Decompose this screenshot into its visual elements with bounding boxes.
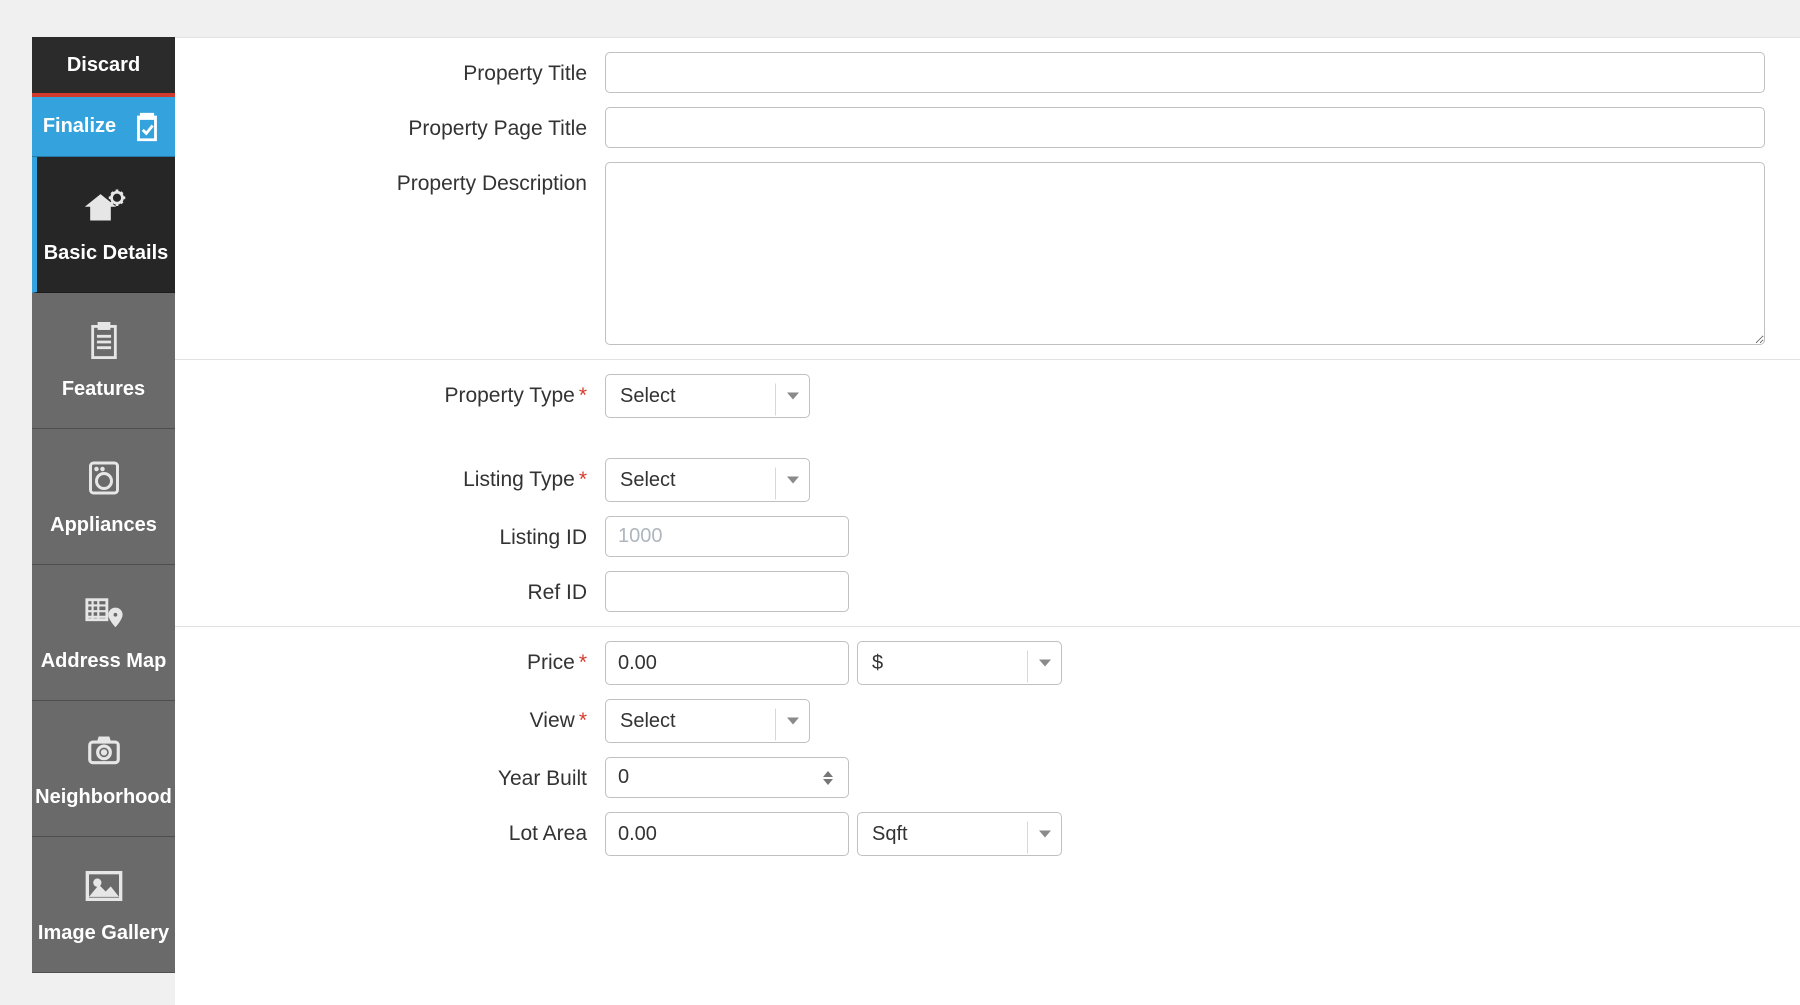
property-description-label: Property Description bbox=[175, 162, 605, 196]
sidebar-item-label: Image Gallery bbox=[38, 922, 169, 945]
sidebar-item-basic-details[interactable]: Basic Details bbox=[32, 157, 175, 293]
finalize-button[interactable]: Finalize bbox=[32, 97, 175, 157]
lot-area-input[interactable] bbox=[605, 812, 849, 856]
home-gear-icon bbox=[84, 184, 128, 228]
discard-button[interactable]: Discard bbox=[32, 37, 175, 97]
chevron-down-icon bbox=[787, 477, 799, 484]
currency-select[interactable]: $ bbox=[857, 641, 1062, 685]
chevron-down-icon bbox=[1039, 660, 1051, 667]
sidebar-item-appliances[interactable]: Appliances bbox=[32, 429, 175, 565]
property-description-textarea[interactable] bbox=[605, 162, 1765, 345]
price-label: Price* bbox=[175, 641, 605, 675]
clipboard-list-icon bbox=[82, 320, 126, 364]
sidebar-item-features[interactable]: Features bbox=[32, 293, 175, 429]
chevron-down-icon bbox=[787, 393, 799, 400]
property-type-label: Property Type* bbox=[175, 374, 605, 408]
year-built-input[interactable] bbox=[605, 757, 849, 798]
view-select[interactable]: Select bbox=[605, 699, 810, 743]
clipboard-check-icon bbox=[130, 110, 164, 144]
picture-icon bbox=[82, 864, 126, 908]
ref-id-input[interactable] bbox=[605, 571, 849, 612]
year-built-label: Year Built bbox=[175, 757, 605, 791]
listing-type-select[interactable]: Select bbox=[605, 458, 810, 502]
ref-id-label: Ref ID bbox=[175, 571, 605, 605]
discard-label: Discard bbox=[67, 54, 140, 77]
sidebar-item-label: Basic Details bbox=[44, 242, 169, 265]
property-page-title-input[interactable] bbox=[605, 107, 1765, 148]
sidebar-item-address-map[interactable]: Address Map bbox=[32, 565, 175, 701]
chevron-down-icon bbox=[1039, 831, 1051, 838]
chevron-down-icon bbox=[787, 718, 799, 725]
sidebar: Discard Finalize Basic Details Features bbox=[0, 0, 175, 1005]
lot-area-unit-select[interactable]: Sqft bbox=[857, 812, 1062, 856]
map-marker-icon bbox=[82, 592, 126, 636]
sidebar-item-label: Neighborhood bbox=[35, 786, 172, 809]
property-title-input[interactable] bbox=[605, 52, 1765, 93]
listing-type-label: Listing Type* bbox=[175, 458, 605, 492]
camera-target-icon bbox=[82, 728, 126, 772]
washer-icon bbox=[82, 456, 126, 500]
finalize-label: Finalize bbox=[43, 115, 116, 138]
sidebar-item-label: Features bbox=[62, 378, 145, 401]
sidebar-item-image-gallery[interactable]: Image Gallery bbox=[32, 837, 175, 973]
sidebar-item-label: Appliances bbox=[50, 514, 157, 537]
sidebar-item-neighborhood[interactable]: Neighborhood bbox=[32, 701, 175, 837]
view-label: View* bbox=[175, 699, 605, 733]
lot-area-label: Lot Area bbox=[175, 812, 605, 846]
property-type-select[interactable]: Select bbox=[605, 374, 810, 418]
listing-id-label: Listing ID bbox=[175, 516, 605, 550]
listing-id-input[interactable] bbox=[605, 516, 849, 557]
price-input[interactable] bbox=[605, 641, 849, 685]
sidebar-item-label: Address Map bbox=[41, 650, 167, 673]
property-page-title-label: Property Page Title bbox=[175, 107, 605, 141]
form-panel: Property Title Property Page Title Prope… bbox=[175, 37, 1800, 1005]
property-title-label: Property Title bbox=[175, 52, 605, 86]
number-spinner[interactable] bbox=[823, 771, 833, 785]
